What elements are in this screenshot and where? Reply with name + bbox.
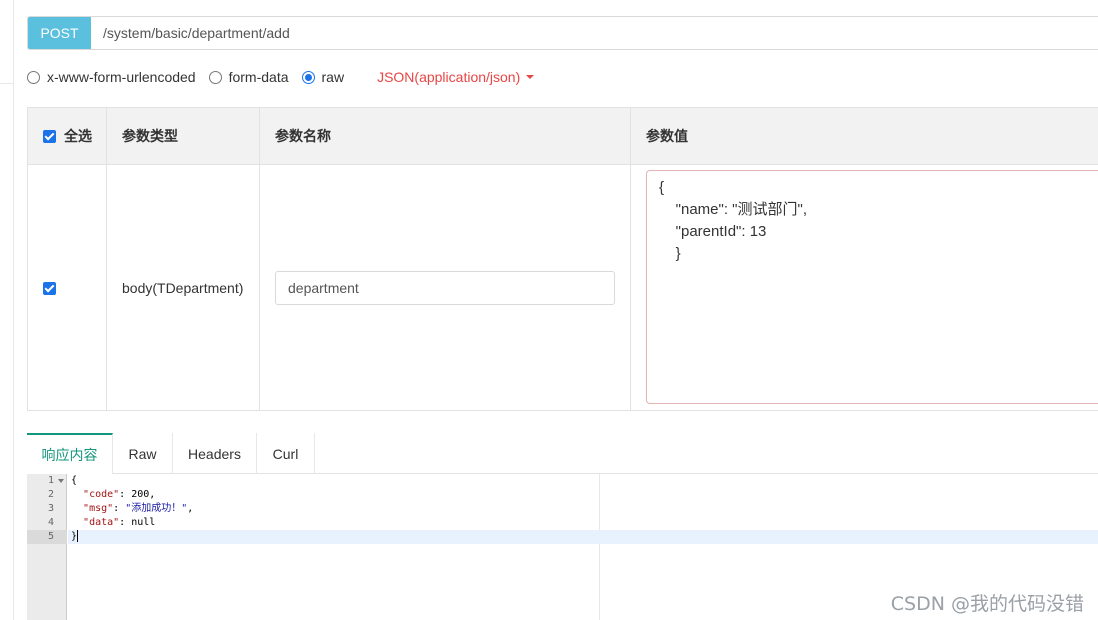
radio-circle[interactable]: [27, 70, 40, 84]
table-row: body(TDepartment) { "name": "测试部门", "par…: [27, 164, 1098, 411]
line-number-active: 5: [27, 530, 67, 544]
radio-label: form-data: [228, 69, 289, 85]
param-name-cell: [259, 164, 631, 411]
param-value-editor[interactable]: { "name": "测试部门", "parentId": 13 }: [646, 170, 1098, 404]
code-line: "msg": "添加成功！",: [83, 503, 194, 514]
rail-divider: [0, 83, 14, 84]
radio-circle-selected[interactable]: [301, 70, 315, 84]
param-table: 全选 参数类型 参数名称 参数值 body(TDepartment) { "na…: [27, 107, 1098, 411]
watermark: CSDN @我的代码没错: [890, 593, 1084, 615]
row-check-cell: [27, 164, 107, 411]
line-number: 1: [27, 474, 67, 488]
tab-response-content[interactable]: 响应内容: [27, 433, 113, 474]
radio-raw[interactable]: raw: [301, 69, 345, 85]
param-type-cell: body(TDepartment): [106, 164, 260, 411]
select-all-checkbox[interactable]: [43, 129, 56, 143]
param-table-header: 全选 参数类型 参数名称 参数值: [27, 107, 1098, 165]
radio-label: x-www-form-urlencoded: [47, 69, 196, 85]
content-type-label: JSON(application/json): [377, 69, 521, 85]
select-all-label: 全选: [64, 128, 92, 144]
editor-gutter: 1 2 3 4 5: [27, 474, 67, 620]
code-line: "data": null: [83, 517, 156, 528]
request-url-bar: POST: [27, 16, 1098, 50]
method-button[interactable]: POST: [28, 17, 91, 49]
line-number: 3: [47, 503, 54, 514]
code-line: "code": 200,: [83, 489, 156, 500]
url-input[interactable]: [91, 17, 1098, 49]
chevron-down-icon: [526, 75, 535, 79]
header-param-type: 参数类型: [106, 107, 260, 165]
param-value-cell: { "name": "测试部门", "parentId": 13 }: [630, 164, 1098, 411]
fold-arrow-icon[interactable]: [58, 479, 64, 483]
radio-label: raw: [321, 69, 345, 85]
code-line: {: [71, 475, 78, 486]
row-checkbox[interactable]: [43, 282, 56, 296]
radio-x-www-form-urlencoded[interactable]: x-www-form-urlencoded: [27, 69, 196, 85]
header-select-all: 全选: [27, 107, 107, 165]
active-line-highlight: [68, 530, 1098, 544]
line-number: 2: [47, 489, 54, 500]
text-cursor: [77, 530, 79, 542]
code-line: }: [71, 530, 79, 542]
tab-raw[interactable]: Raw: [113, 433, 173, 474]
header-param-name: 参数名称: [259, 107, 631, 165]
tab-headers[interactable]: Headers: [173, 433, 257, 474]
print-margin: [599, 474, 600, 620]
header-param-value: 参数值: [630, 107, 1098, 165]
line-number: 4: [47, 517, 54, 528]
tab-curl[interactable]: Curl: [257, 433, 315, 474]
content-type-dropdown[interactable]: JSON(application/json): [377, 69, 535, 85]
radio-form-data[interactable]: form-data: [208, 69, 289, 85]
response-tabs: 响应内容 Raw Headers Curl: [27, 433, 1098, 474]
radio-circle[interactable]: [208, 70, 222, 84]
param-name-input[interactable]: [275, 270, 615, 305]
body-type-selector: x-www-form-urlencoded form-data raw JSON…: [27, 67, 535, 87]
left-rail: [0, 0, 14, 620]
